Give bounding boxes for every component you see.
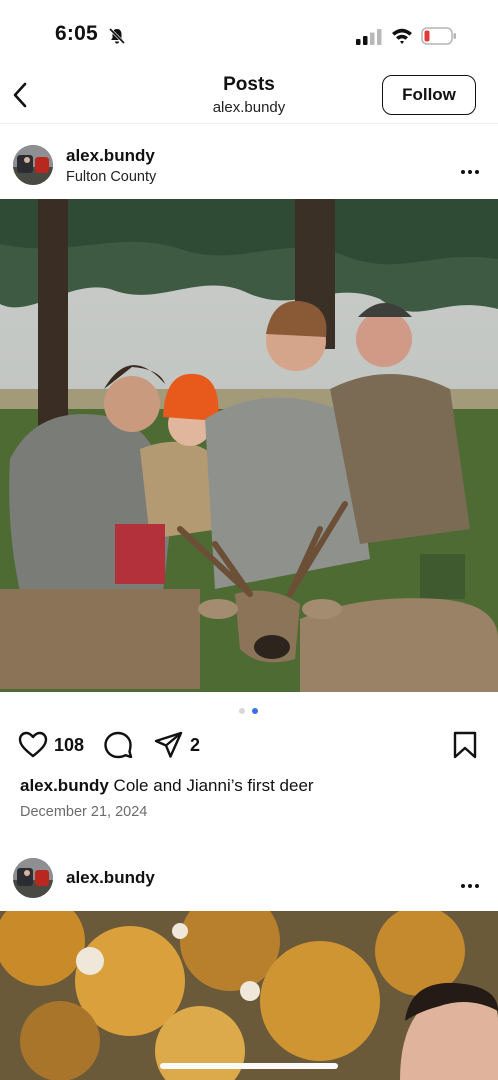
post2-username[interactable]: alex.bundy (66, 868, 155, 888)
header-divider (0, 123, 498, 124)
share-paper-plane-icon[interactable] (154, 730, 184, 760)
home-indicator (160, 1063, 338, 1069)
post2-photo[interactable] (0, 911, 498, 1080)
more-options-icon[interactable] (461, 161, 483, 174)
comment-icon[interactable] (103, 730, 133, 760)
like-count[interactable]: 108 (54, 735, 84, 756)
post2-author-avatar[interactable] (13, 858, 53, 898)
bell-muted-icon (108, 27, 126, 45)
carousel-dot-1 (239, 708, 245, 714)
share-count[interactable]: 2 (190, 735, 200, 756)
caption-text: Cole and Jianni’s first deer (113, 776, 314, 795)
post-author-avatar[interactable] (13, 145, 53, 185)
battery-low-icon (421, 27, 456, 45)
signal-icon (356, 29, 382, 45)
post-username[interactable]: alex.bundy (66, 146, 155, 166)
post-caption: alex.bundy Cole and Jianni’s first deer (20, 776, 314, 796)
post-location[interactable]: Fulton County (66, 169, 156, 185)
post2-more-options-icon[interactable] (461, 875, 483, 888)
carousel-dot-2-active (252, 708, 258, 714)
wifi-icon (392, 28, 412, 44)
like-heart-icon[interactable] (18, 730, 48, 760)
post-photo[interactable] (0, 199, 498, 692)
post-date: December 21, 2024 (20, 804, 148, 820)
follow-button[interactable]: Follow (382, 75, 476, 115)
caption-username[interactable]: alex.bundy (20, 776, 109, 795)
bookmark-icon[interactable] (450, 730, 480, 760)
status-time: 6:05 (55, 22, 98, 45)
